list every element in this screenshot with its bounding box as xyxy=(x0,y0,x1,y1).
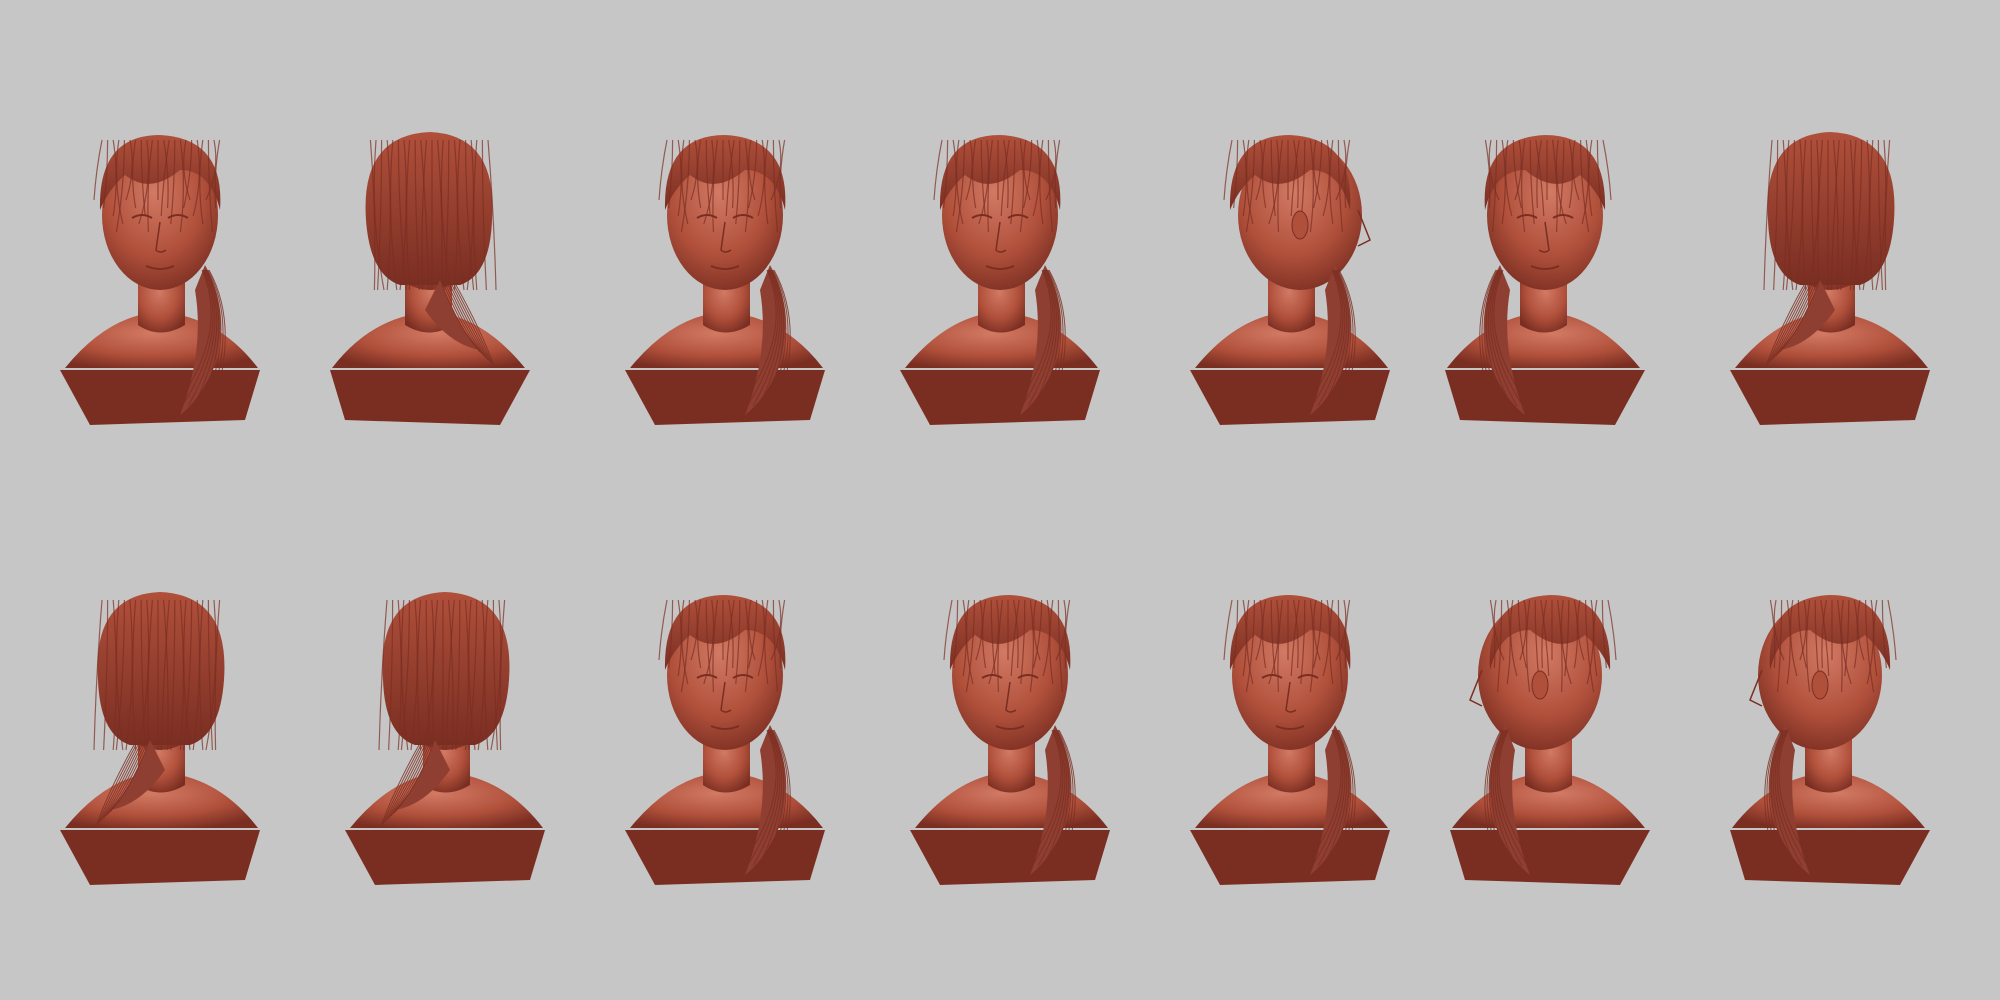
bust-base xyxy=(60,370,260,425)
bust-front-low-three-quarter xyxy=(30,100,290,440)
bust-right-profile xyxy=(1160,100,1420,440)
bust-base xyxy=(345,830,545,885)
bust-base xyxy=(1730,830,1930,885)
render-canvas xyxy=(0,0,2000,1000)
bust-base xyxy=(1730,370,1930,425)
bust-back-three-quarter-left xyxy=(300,100,560,440)
bust-base xyxy=(330,370,530,425)
bust-base xyxy=(1190,830,1390,885)
bust-base xyxy=(1445,370,1645,425)
bust-left-three-quarter-side xyxy=(1700,560,1960,900)
bust-base xyxy=(625,830,825,885)
bust-base xyxy=(1190,370,1390,425)
bust-base xyxy=(910,830,1110,885)
bust-base xyxy=(60,830,260,885)
bust-front-three-quarter-down xyxy=(880,560,1140,900)
bust-front-looking-down xyxy=(595,560,855,900)
bust-right-three-quarter xyxy=(1160,560,1420,900)
bust-left-profile-back xyxy=(1420,560,1680,900)
bust-back xyxy=(315,560,575,900)
bust-front xyxy=(870,100,1130,440)
bust-base xyxy=(1450,830,1650,885)
bust-left-three-quarter xyxy=(1415,100,1675,440)
bust-back-right xyxy=(1700,100,1960,440)
bust-base xyxy=(625,370,825,425)
bust-back-three-quarter-right xyxy=(30,560,290,900)
bust-front-three-quarter-right xyxy=(595,100,855,440)
bust-base xyxy=(900,370,1100,425)
